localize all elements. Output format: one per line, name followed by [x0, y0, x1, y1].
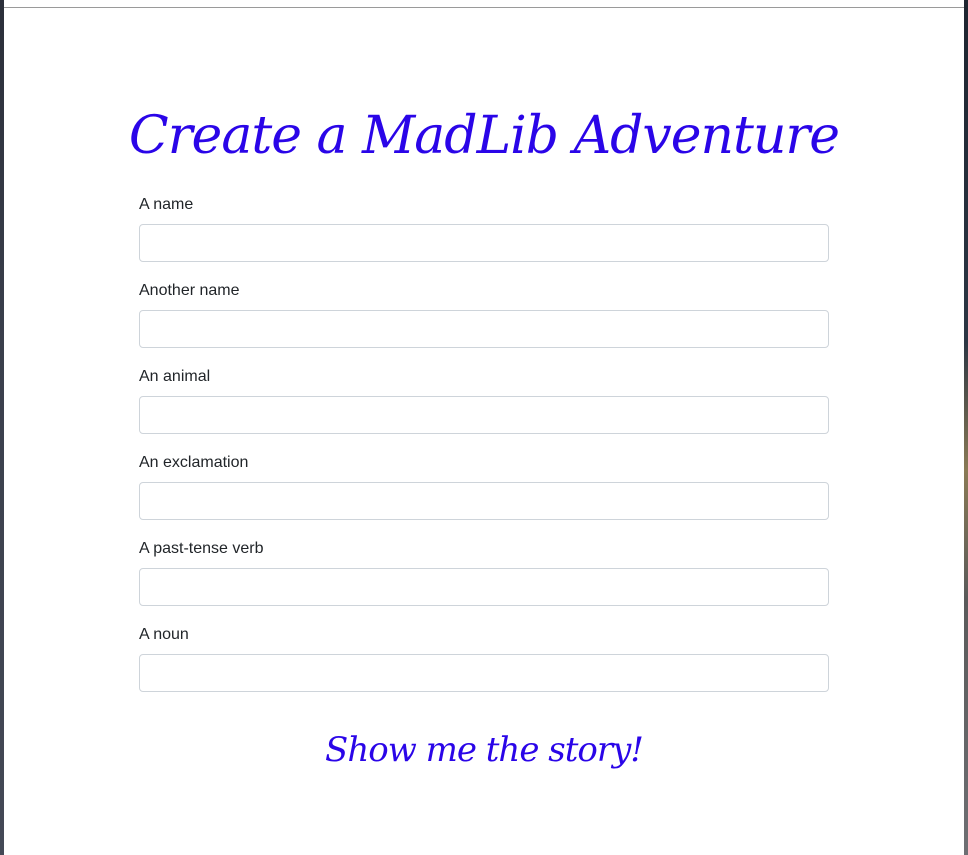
field-animal: An animal — [139, 365, 829, 434]
field-label-past-tense-verb: A past-tense verb — [139, 540, 264, 557]
animal-input[interactable] — [139, 396, 829, 434]
field-label-exclamation: An exclamation — [139, 454, 249, 471]
name-input[interactable] — [139, 224, 829, 262]
window-top-border — [4, 7, 964, 8]
madlib-form: A name Another name An animal An exclama… — [139, 193, 829, 709]
noun-input[interactable] — [139, 654, 829, 692]
field-another-name: Another name — [139, 279, 829, 348]
exclamation-input[interactable] — [139, 482, 829, 520]
page-title: Create a MadLib Adventure — [128, 106, 840, 166]
submit-area: Show me the story! — [0, 722, 968, 778]
field-exclamation: An exclamation — [139, 451, 829, 520]
field-name: A name — [139, 193, 829, 262]
past-tense-verb-input[interactable] — [139, 568, 829, 606]
another-name-input[interactable] — [139, 310, 829, 348]
show-story-button[interactable]: Show me the story! — [319, 722, 649, 778]
field-noun: A noun — [139, 623, 829, 692]
field-label-animal: An animal — [139, 368, 211, 385]
app-window: Create a MadLib Adventure A name Another… — [0, 0, 968, 855]
field-label-noun: A noun — [139, 626, 189, 643]
field-past-tense-verb: A past-tense verb — [139, 537, 829, 606]
field-label-name: A name — [139, 196, 194, 213]
field-label-another-name: Another name — [139, 282, 240, 299]
